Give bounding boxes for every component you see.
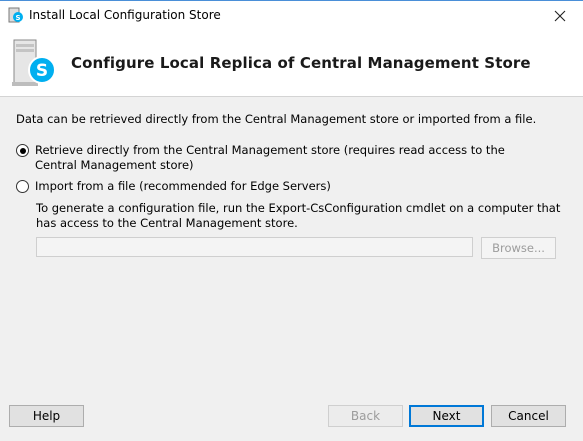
import-from-file-radio[interactable] (16, 180, 29, 193)
wizard-content: Data can be retrieved directly from the … (0, 97, 583, 397)
import-from-file-option[interactable]: Import from a file (recommended for Edge… (16, 179, 331, 194)
window-title: Install Local Configuration Store (29, 8, 221, 22)
wizard-header: S Configure Local Replica of Central Man… (0, 31, 583, 97)
cancel-button[interactable]: Cancel (491, 405, 566, 427)
retrieve-directly-radio[interactable] (16, 144, 29, 157)
svg-text:S: S (15, 14, 20, 22)
next-button[interactable]: Next (409, 405, 484, 427)
svg-text:S: S (36, 61, 48, 81)
import-help-text: To generate a configuration file, run th… (36, 201, 561, 230)
import-from-file-label: Import from a file (recommended for Edge… (35, 179, 331, 193)
title-bar: S Install Local Configuration Store (0, 0, 583, 31)
close-icon (554, 10, 566, 22)
skype-server-logo-icon: S (12, 39, 56, 86)
file-path-input[interactable] (36, 237, 473, 257)
page-title: Configure Local Replica of Central Manag… (71, 54, 531, 72)
skype-server-icon: S (8, 7, 23, 23)
back-button[interactable]: Back (328, 405, 403, 427)
browse-button[interactable]: Browse... (481, 237, 556, 259)
help-button[interactable]: Help (9, 405, 84, 427)
intro-text: Data can be retrieved directly from the … (16, 112, 537, 126)
retrieve-directly-label: Retrieve directly from the Central Manag… (35, 143, 505, 172)
close-button[interactable] (537, 1, 583, 31)
retrieve-directly-option[interactable]: Retrieve directly from the Central Manag… (16, 143, 516, 173)
